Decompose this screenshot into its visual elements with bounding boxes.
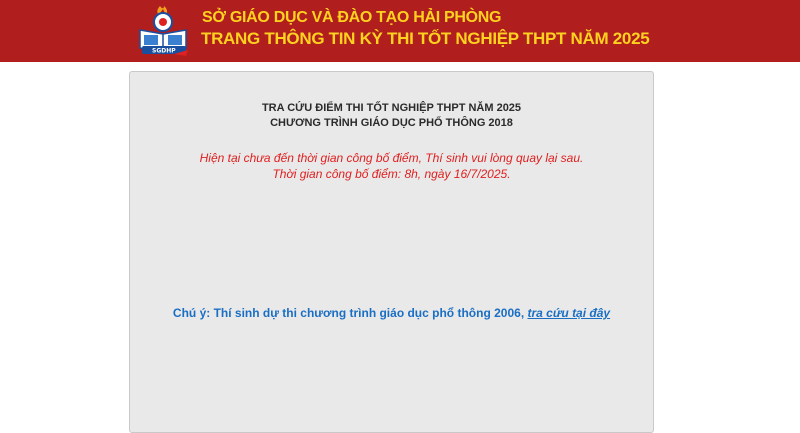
site-title: TRANG THÔNG TIN KỲ THI TỐT NGHIỆP THPT N… bbox=[201, 29, 650, 48]
note-2006-program: Chú ý: Thí sinh dự thi chương trình giáo… bbox=[130, 306, 653, 320]
note-text: Chú ý: Thí sinh dự thi chương trình giáo… bbox=[172, 306, 528, 320]
notice-line2: Thời gian công bố điểm: 8h, ngày 16/7/20… bbox=[272, 167, 511, 181]
site-header: SGDHP SỞ GIÁO DỤC VÀ ĐÀO TẠO HẢI PHÒNG T… bbox=[0, 0, 800, 62]
logo-ribbon-text: SGDHP bbox=[152, 48, 176, 55]
lookup-title-line1: TRA CỨU ĐIỂM THI TỐT NGHIỆP THPT NĂM 202… bbox=[261, 102, 522, 114]
education-department-logo-icon[interactable]: SGDHP bbox=[136, 4, 192, 58]
score-lookup-panel: TRA CỨU ĐIỂM THI TỐT NGHIỆP THPT NĂM 202… bbox=[129, 71, 654, 433]
org-name: SỞ GIÁO DỤC VÀ ĐÀO TẠO HẢI PHÒNG bbox=[202, 9, 502, 26]
lookup-title-line2: CHƯƠNG TRÌNH GIÁO DỤC PHỔ THÔNG 2018 bbox=[270, 117, 513, 129]
lookup-here-link[interactable]: tra cứu tại đây bbox=[527, 306, 610, 320]
notice-line1: Hiện tại chưa đến thời gian công bố điểm… bbox=[199, 151, 584, 165]
